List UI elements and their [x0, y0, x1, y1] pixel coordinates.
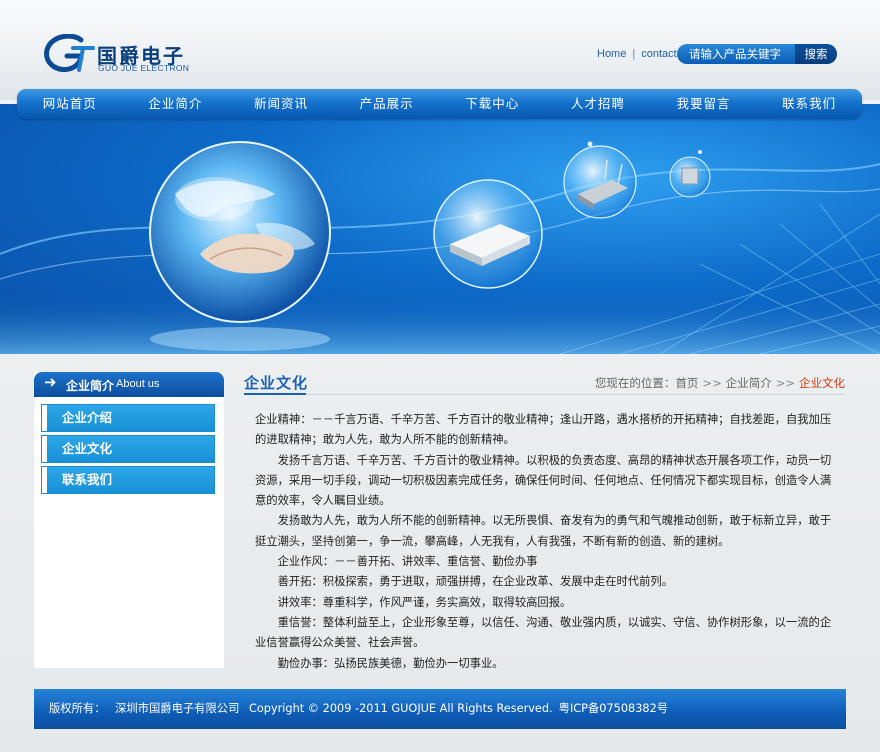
breadcrumb-current: 企业文化 — [799, 376, 845, 390]
nav-item-products[interactable]: 产品展示 — [334, 89, 440, 119]
search-box: 搜索 — [677, 44, 837, 64]
main-nav: 网站首页 企业简介 新闻资讯 产品展示 下载中心 人才招聘 我要留言 联系我们 — [17, 89, 862, 119]
hero-banner — [0, 104, 880, 354]
nav-item-home[interactable]: 网站首页 — [17, 89, 123, 119]
article-paragraph: 发扬千言万语、千辛万苦、千方百计的敬业精神。以积极的负责态度、高昂的精神状态开展… — [255, 453, 832, 508]
sidebar-header: ➜ 企业简介 About us — [34, 372, 224, 397]
article-paragraph: 善开拓：积极探索，勇于进取，顽强拼搏，在企业改革、发展中走在时代前列。 — [277, 575, 673, 589]
contact-link[interactable]: contact — [641, 48, 676, 60]
search-input[interactable] — [677, 44, 795, 64]
article-paragraph: 勤俭办事：弘扬民族美德，勤俭办一切事业。 — [277, 656, 504, 670]
logo-english-name: GUO JUE ELECTRON — [98, 63, 190, 73]
site-logo[interactable]: 国爵电子 GUO JUE ELECTRON — [43, 34, 193, 76]
banner-artwork — [0, 141, 880, 354]
breadcrumb: 您现在的位置：首页 >> 企业简介 >> 企业文化 — [595, 375, 845, 391]
nav-item-downloads[interactable]: 下载中心 — [440, 89, 546, 119]
nav-item-news[interactable]: 新闻资讯 — [228, 89, 334, 119]
article-paragraph: 发扬敢为人先，敢为人所不能的创新精神。以无所畏惧、奋发有为的勇气和气魄推动创新，… — [255, 514, 832, 548]
breadcrumb-separator: >> — [702, 376, 722, 390]
nav-item-about[interactable]: 企业简介 — [123, 89, 229, 119]
sidebar-title: 企业简介 — [66, 379, 115, 393]
article-paragraph: 讲效率：尊重科学，作风严谨，务实高效，取得较高回报。 — [277, 595, 572, 609]
footer-icp[interactable]: 粤ICP备07508382号 — [559, 702, 668, 715]
sidebar-item-company-intro[interactable]: 企业介绍 — [41, 404, 215, 432]
title-divider — [244, 394, 844, 395]
sidebar-item-contact-us[interactable]: 联系我们 — [41, 466, 215, 494]
sidebar-title-en: About us — [116, 378, 160, 390]
sidebar-item-company-culture[interactable]: 企业文化 — [41, 435, 215, 463]
link-separator: | — [632, 48, 636, 60]
page-title: 企业文化 — [244, 374, 309, 392]
home-link[interactable]: Home — [597, 48, 626, 60]
site-footer: 版权所有： 深圳市国爵电子有限公司 Copyright © 2009 -2011… — [34, 689, 846, 729]
logo-mark-icon — [44, 34, 95, 73]
arrow-right-icon: ➜ — [44, 373, 57, 391]
footer-copyright: Copyright © 2009 -2011 GUOJUE All Rights… — [248, 702, 553, 715]
sidebar: ➜ 企业简介 About us 企业介绍 企业文化 联系我们 — [34, 372, 224, 668]
article-paragraph: 企业作风：－－善开拓、讲效率、重信誉、勤俭办事 — [277, 555, 538, 569]
nav-item-careers[interactable]: 人才招聘 — [545, 89, 651, 119]
site-header: 国爵电子 GUO JUE ELECTRON Home | contact 搜索 — [0, 0, 880, 100]
article-body: 企业精神：－－千言万语、千辛万苦、千方百计的敬业精神；逢山开路，遇水搭桥的开拓精… — [255, 410, 833, 674]
nav-item-contact[interactable]: 联系我们 — [756, 89, 862, 119]
article-paragraph: 重信誉：整体利益至上，企业形象至尊，以信任、沟通、敬业强内质，以诚实、守信、协作… — [255, 615, 832, 650]
footer-company: 深圳市国爵电子有限公司 — [115, 702, 240, 715]
title-divider-accent — [244, 393, 306, 395]
breadcrumb-prefix: 您现在的位置： — [594, 376, 676, 390]
breadcrumb-separator: >> — [775, 376, 795, 390]
breadcrumb-about[interactable]: 企业简介 — [726, 376, 772, 390]
top-links: Home | contact — [597, 48, 677, 60]
search-button[interactable]: 搜索 — [795, 44, 837, 64]
footer-label: 版权所有： — [49, 702, 106, 715]
article-paragraph: 企业精神：－－千言万语、千辛万苦、千方百计的敬业精神；逢山开路，遇水搭桥的开拓精… — [255, 413, 832, 447]
nav-item-guestbook[interactable]: 我要留言 — [651, 89, 757, 119]
breadcrumb-home[interactable]: 首页 — [675, 376, 698, 390]
